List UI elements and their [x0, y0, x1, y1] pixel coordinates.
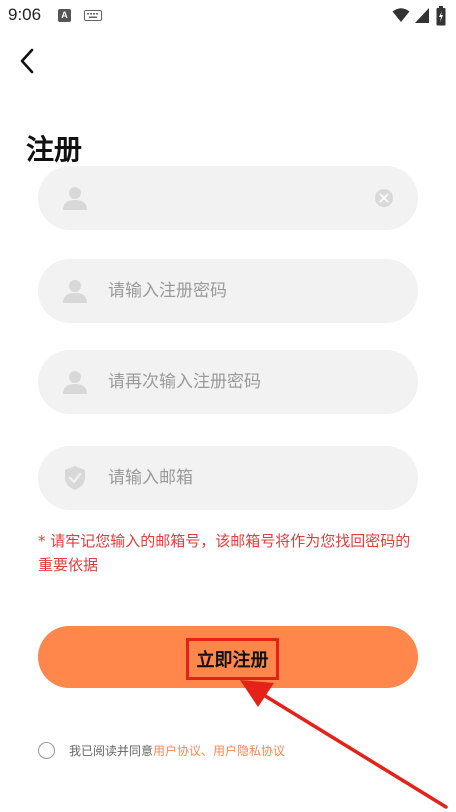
username-input[interactable] [108, 166, 398, 230]
password-field [38, 259, 418, 323]
email-notice: * 请牢记您输入的邮箱号，该邮箱号将作为您找回密码的重要依据 [38, 532, 411, 574]
user-icon [63, 187, 87, 210]
signal-icon [415, 8, 429, 23]
agreement-separator: 、 [201, 743, 214, 758]
register-button[interactable]: 立即注册 [38, 626, 418, 688]
page-title: 注册 [26, 133, 83, 166]
password-confirm-field [38, 350, 418, 414]
user-icon [63, 371, 87, 394]
agreement-prefix: 我已阅读并同意 [69, 743, 154, 758]
input-method-icon: A [58, 9, 71, 22]
agree-radio[interactable] [38, 741, 55, 759]
battery-icon [436, 6, 446, 26]
username-field [38, 166, 418, 230]
agreement-row: 我已阅读并同意 用户协议 、 用户隐私协议 [38, 740, 285, 760]
register-button-label: 立即注册 [186, 638, 279, 680]
shield-icon [65, 466, 85, 490]
user-icon [63, 280, 87, 303]
privacy-agreement-link[interactable]: 用户隐私协议 [213, 742, 285, 759]
back-arrow-icon [20, 48, 34, 74]
password-confirm-input[interactable] [108, 350, 398, 414]
clear-icon[interactable] [374, 188, 394, 208]
back-button[interactable] [12, 46, 42, 76]
wifi-icon [392, 8, 410, 22]
email-input[interactable] [108, 446, 398, 510]
status-time: 9:06 [8, 5, 42, 24]
keyboard-icon [84, 10, 102, 21]
user-agreement-link[interactable]: 用户协议 [153, 742, 201, 759]
password-input[interactable] [108, 259, 398, 323]
status-bar: 9:06 A [0, 0, 456, 32]
email-field [38, 446, 418, 510]
